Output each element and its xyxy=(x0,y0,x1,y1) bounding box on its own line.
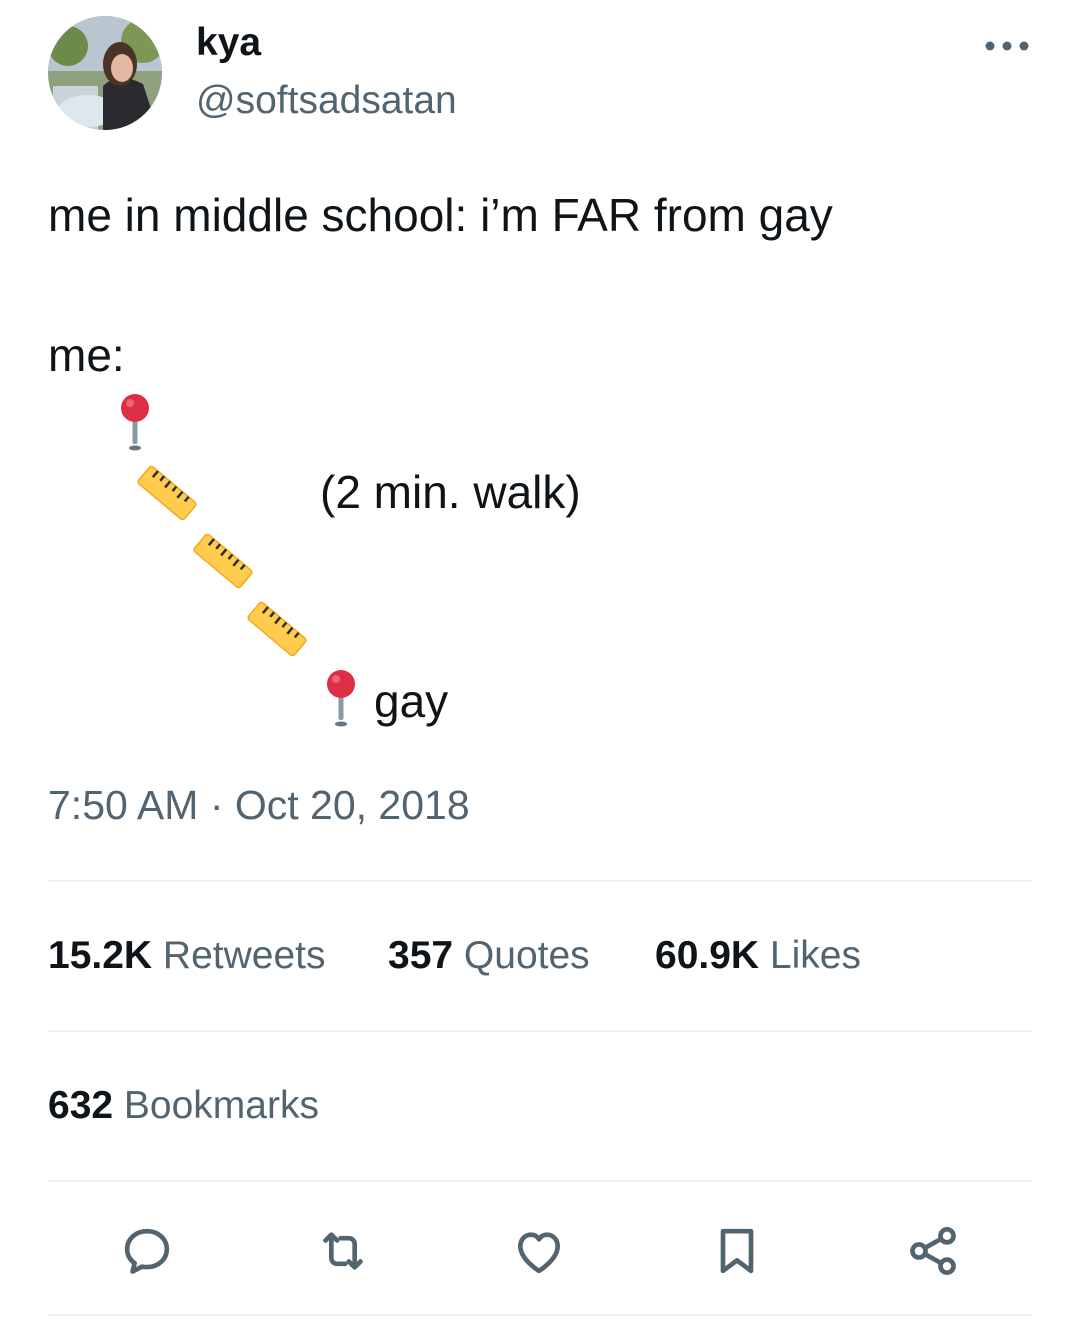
tweet-timestamp: 7:50 AM · Oct 20, 2018 xyxy=(48,780,470,830)
share-icon xyxy=(910,1226,956,1276)
bookmarks-stat[interactable]: 632 Bookmarks xyxy=(48,1082,319,1130)
quotes-stat[interactable]: 357 Quotes xyxy=(388,932,590,980)
timestamp-separator: · xyxy=(198,782,235,828)
likes-stat[interactable]: 60.9K Likes xyxy=(655,932,861,980)
straight-ruler-emoji xyxy=(247,601,307,657)
divider xyxy=(48,880,1032,882)
share-button[interactable] xyxy=(900,1218,966,1284)
timestamp-time[interactable]: 7:50 AM xyxy=(48,782,198,828)
straight-ruler-emoji xyxy=(193,533,253,589)
likes-count: 60.9K xyxy=(655,934,760,977)
map-destination-label: gay xyxy=(374,675,449,727)
bookmarks-count: 632 xyxy=(48,1084,114,1127)
timestamp-date[interactable]: Oct 20, 2018 xyxy=(235,782,470,828)
divider xyxy=(48,1030,1032,1032)
quotes-count: 357 xyxy=(388,934,454,977)
retweet-icon xyxy=(323,1232,363,1270)
round-pushpin-emoji xyxy=(121,394,149,451)
straight-ruler-emoji xyxy=(137,465,197,521)
retweets-stat[interactable]: 15.2K Retweets xyxy=(48,932,325,980)
heart-icon xyxy=(518,1232,560,1274)
map-walk-label: (2 min. walk) xyxy=(320,466,581,518)
user-handle[interactable]: @softsadsatan xyxy=(196,78,457,124)
retweets-count: 15.2K xyxy=(48,934,153,977)
reply-button[interactable] xyxy=(114,1218,180,1284)
divider xyxy=(48,1314,1032,1316)
bookmarks-label: Bookmarks xyxy=(113,1084,319,1127)
avatar-photo xyxy=(48,16,162,130)
bookmark-button[interactable] xyxy=(704,1218,770,1284)
display-name[interactable]: kya xyxy=(196,20,261,66)
retweet-button[interactable] xyxy=(310,1218,376,1284)
more-options-button[interactable] xyxy=(980,26,1036,66)
likes-label: Likes xyxy=(759,934,861,977)
tweet-text-line-2: me: xyxy=(48,329,125,381)
bookmark-icon xyxy=(720,1228,754,1274)
more-horizontal-icon xyxy=(985,41,1029,51)
like-button[interactable] xyxy=(506,1218,572,1284)
divider xyxy=(48,1180,1032,1182)
avatar[interactable] xyxy=(48,16,162,130)
quotes-label: Quotes xyxy=(453,934,590,977)
tweet-text-line-1: me in middle school: i’m FAR from gay xyxy=(48,189,833,241)
reply-icon xyxy=(124,1228,170,1274)
retweets-label: Retweets xyxy=(152,934,326,977)
